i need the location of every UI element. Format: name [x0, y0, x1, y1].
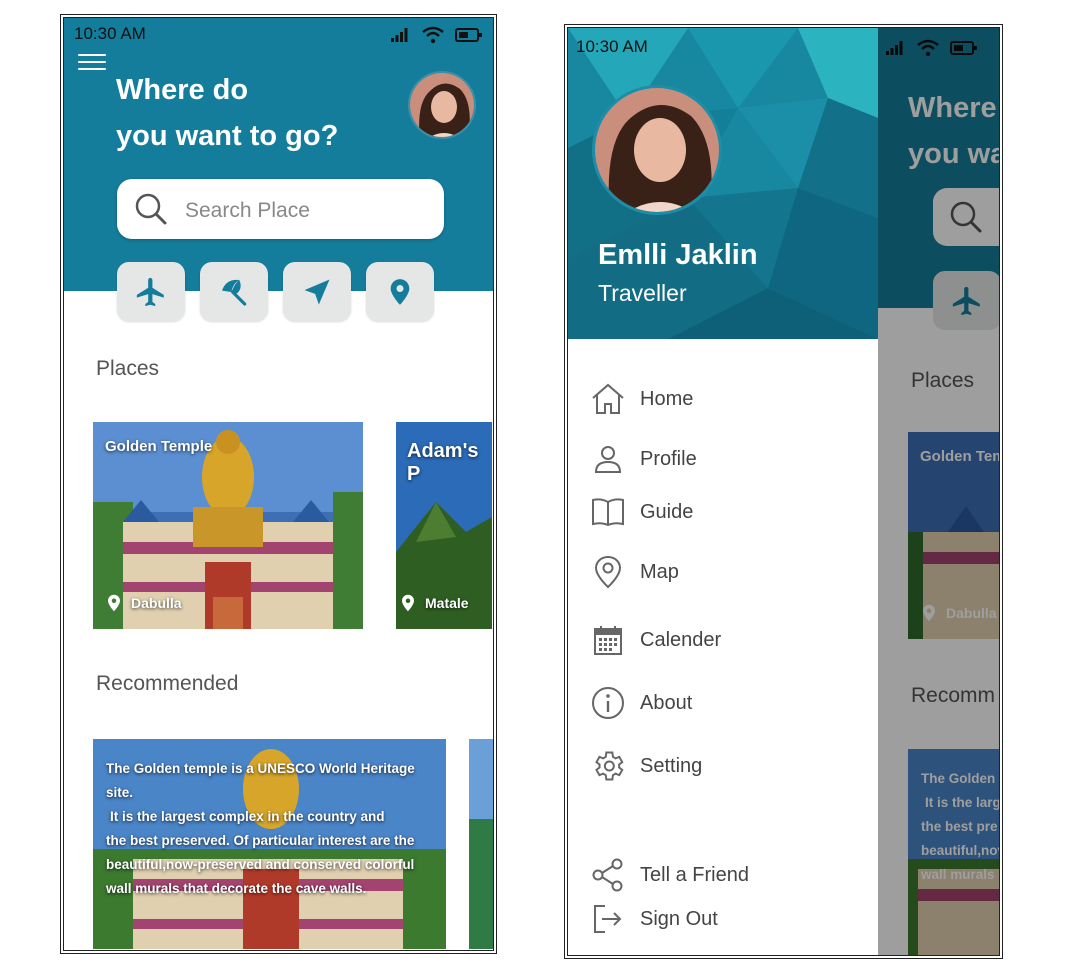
place-location: Matale: [399, 591, 469, 615]
user-icon: [594, 446, 622, 473]
recommended-description: The Golden temple is a UNESCO World Heri…: [106, 761, 415, 896]
avatar[interactable]: [592, 85, 722, 215]
drawer-item-home[interactable]: Home: [590, 381, 693, 417]
status-bar: 10:30 AM: [74, 24, 483, 46]
place-card[interactable]: Adam's P Matale: [396, 422, 492, 629]
home-header: 10:30 AM Where do you want to go? Search…: [64, 18, 493, 291]
menu-button[interactable]: [78, 54, 106, 74]
place-location: Dabulla: [105, 591, 182, 615]
sign-out-icon: [594, 905, 622, 933]
place-location-label: Matale: [425, 595, 469, 611]
page-title-line2: you want to go?: [116, 120, 339, 152]
drawer-item-label: Sign Out: [640, 907, 718, 930]
landscape-image: [469, 739, 493, 949]
signal-icon: [391, 28, 408, 42]
category-flights-button[interactable]: [117, 262, 185, 321]
category-row: [117, 262, 434, 321]
places-heading: Places: [96, 357, 160, 380]
book-icon: [592, 498, 624, 527]
page-title-line1: Where do: [116, 74, 249, 106]
drawer-item-setting[interactable]: Setting: [590, 748, 702, 784]
map-pin-icon: [108, 594, 120, 612]
drawer-item-tell-a-friend[interactable]: Tell a Friend: [590, 857, 749, 893]
drawer-item-about[interactable]: About: [590, 685, 692, 721]
map-pin-icon: [390, 278, 410, 305]
drawer-screen-frame: Where you wa Places Golden Tem Dabulla R…: [564, 24, 1003, 959]
gear-icon: [595, 751, 624, 781]
status-time: 10:30 AM: [576, 37, 648, 56]
drawer-item-profile[interactable]: Profile: [590, 441, 697, 477]
place-card[interactable]: Golden Temple Dabulla: [93, 422, 363, 629]
search-bar[interactable]: Search Place: [117, 179, 444, 239]
avatar[interactable]: [408, 71, 476, 139]
map-pin-outline-icon: [594, 555, 622, 589]
drawer-item-guide[interactable]: Guide: [590, 494, 693, 530]
drawer-item-label: Home: [640, 387, 694, 410]
drawer-item-label: Map: [640, 560, 679, 583]
drawer-item-label: Setting: [640, 754, 703, 777]
plane-icon: [136, 277, 164, 306]
drawer-item-sign-out[interactable]: Sign Out: [590, 901, 718, 937]
battery-icon: [455, 28, 482, 42]
category-beach-button[interactable]: [200, 262, 268, 321]
home-screen: 10:30 AM Where do you want to go? Search…: [64, 18, 493, 950]
drawer-item-calendar[interactable]: Calender: [590, 622, 721, 658]
drawer-item-label: About: [640, 691, 693, 714]
info-icon: [592, 687, 624, 719]
drawer-item-label: Guide: [640, 500, 694, 523]
recommended-heading: Recommended: [96, 672, 239, 695]
wifi-icon: [422, 26, 444, 44]
recommended-card[interactable]: [469, 739, 493, 949]
category-navigation-button[interactable]: [283, 262, 351, 321]
share-icon: [592, 858, 623, 892]
user-role: Traveller: [598, 280, 687, 306]
drawer-item-label: Tell a Friend: [640, 863, 749, 886]
drawer-screen: Where you wa Places Golden Tem Dabulla R…: [568, 28, 999, 955]
navigation-arrow-icon: [304, 279, 330, 304]
recommended-card[interactable]: The Golden temple is a UNESCO World Heri…: [93, 739, 446, 949]
beach-umbrella-icon: [222, 279, 247, 306]
place-name: Golden Temple: [105, 438, 213, 455]
map-pin-icon: [402, 594, 414, 612]
search-input[interactable]: Search Place: [185, 199, 310, 223]
drawer-header: 10:30 AM Emlli Jaklin Traveller: [568, 28, 878, 339]
status-time: 10:30 AM: [74, 24, 146, 43]
user-name: Emlli Jaklin: [598, 239, 758, 271]
navigation-drawer: 10:30 AM Emlli Jaklin Traveller Home Pro…: [568, 28, 878, 955]
home-icon: [592, 383, 624, 414]
place-location-label: Dabulla: [131, 595, 182, 611]
place-name: Adam's P: [407, 440, 479, 485]
home-screen-frame: 10:30 AM Where do you want to go? Search…: [60, 14, 497, 954]
drawer-item-label: Profile: [640, 447, 697, 470]
calendar-icon: [594, 626, 622, 655]
category-location-button[interactable]: [366, 262, 434, 321]
drawer-item-label: Calender: [640, 628, 722, 651]
search-icon: [135, 193, 167, 225]
drawer-item-map[interactable]: Map: [590, 554, 679, 590]
